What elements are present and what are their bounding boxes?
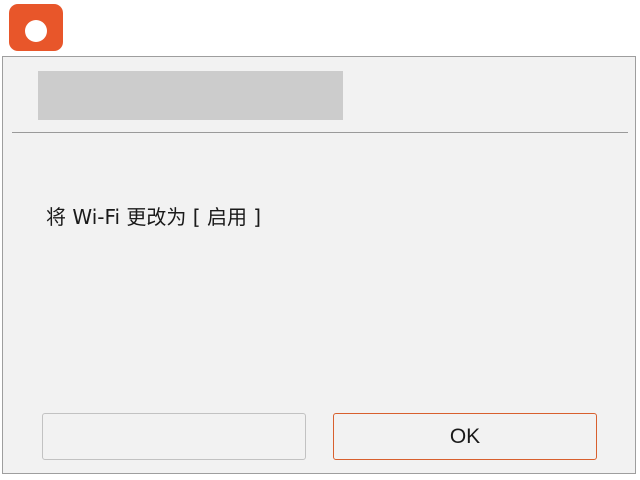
title-divider	[12, 132, 628, 133]
wifi-confirm-dialog: 将 Wi-Fi 更改为 [ 启用 ] OK	[2, 56, 636, 474]
ok-button[interactable]: OK	[333, 413, 597, 460]
secondary-button[interactable]	[42, 413, 306, 460]
dialog-message: 将 Wi-Fi 更改为 [ 启用 ]	[46, 205, 262, 229]
camera-icon	[25, 20, 47, 42]
dialog-title-placeholder	[38, 71, 343, 120]
camera-app-icon	[9, 4, 63, 51]
